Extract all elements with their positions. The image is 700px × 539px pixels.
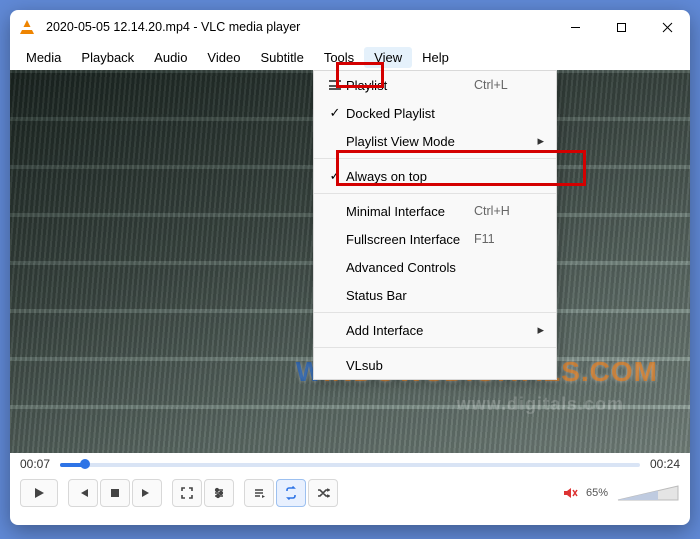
view-menu-fullscreen-interface[interactable]: Fullscreen Interface F11 [314,225,556,253]
menu-view[interactable]: View [364,47,412,68]
play-button[interactable] [20,479,58,507]
menu-video[interactable]: Video [197,47,250,68]
view-menu-always-on-top[interactable]: ✓ Always on top [314,162,556,190]
view-menu-playlist[interactable]: Playlist Ctrl+L [314,71,556,99]
menu-media[interactable]: Media [16,47,71,68]
view-dropdown: Playlist Ctrl+L ✓ Docked Playlist Playli… [313,70,557,380]
loop-button[interactable] [276,479,306,507]
next-button[interactable] [132,479,162,507]
view-menu-vlsub[interactable]: VLsub [314,351,556,379]
check-icon: ✓ [324,105,346,121]
app-window: 2020-05-05 12.14.20.mp4 - VLC media play… [10,10,690,525]
list-icon [324,80,346,90]
menu-separator [314,193,556,194]
view-menu-advanced-controls[interactable]: Advanced Controls [314,253,556,281]
check-icon: ✓ [324,168,346,184]
window-title: 2020-05-05 12.14.20.mp4 - VLC media play… [46,20,300,34]
view-menu-playlist-view-mode[interactable]: Playlist View Mode ▸ [314,127,556,155]
view-menu-minimal-interface[interactable]: Minimal Interface Ctrl+H [314,197,556,225]
mute-icon[interactable] [562,485,578,501]
view-menu-status-bar[interactable]: Status Bar [314,281,556,309]
menu-tools[interactable]: Tools [314,47,364,68]
stop-button[interactable] [100,479,130,507]
menu-separator [314,347,556,348]
close-button[interactable] [644,10,690,44]
menu-separator [314,312,556,313]
menu-separator [314,158,556,159]
playlist-button[interactable] [244,479,274,507]
minimize-button[interactable] [552,10,598,44]
menu-help[interactable]: Help [412,47,459,68]
time-total[interactable]: 00:24 [650,457,680,471]
menu-audio[interactable]: Audio [144,47,197,68]
shuffle-button[interactable] [308,479,338,507]
titlebar: 2020-05-05 12.14.20.mp4 - VLC media play… [10,10,690,44]
menubar: Media Playback Audio Video Subtitle Tool… [10,44,690,70]
video-area[interactable]: WINDOWSDIGITALS.COM www.digitals.com Pla… [10,70,690,453]
view-menu-add-interface[interactable]: Add Interface ▸ [314,316,556,344]
watermark-shadow: www.digitals.com [457,394,624,415]
time-elapsed[interactable]: 00:07 [20,457,50,471]
view-menu-docked-playlist[interactable]: ✓ Docked Playlist [314,99,556,127]
menu-subtitle[interactable]: Subtitle [250,47,313,68]
extended-settings-button[interactable] [204,479,234,507]
volume-percent: 65% [586,487,608,499]
chevron-right-icon: ▸ [530,322,544,338]
menu-playback[interactable]: Playback [71,47,144,68]
volume-slider[interactable] [616,482,680,504]
vlc-cone-icon [20,20,38,34]
chevron-right-icon: ▸ [530,133,544,149]
fullscreen-button[interactable] [172,479,202,507]
seek-bar[interactable] [60,458,640,470]
bottombar: 00:07 00:24 65% [10,453,690,525]
maximize-button[interactable] [598,10,644,44]
prev-button[interactable] [68,479,98,507]
